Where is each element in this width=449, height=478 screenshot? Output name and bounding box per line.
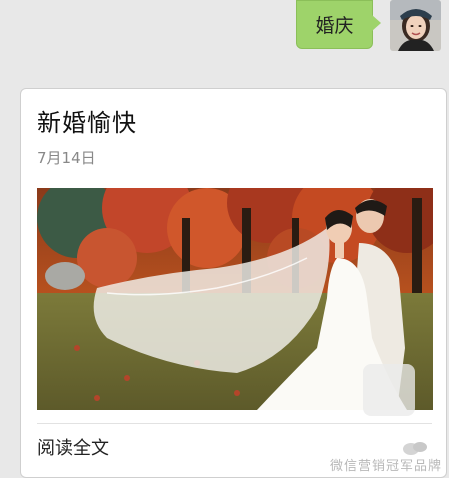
article-date: 7月14日 — [37, 149, 96, 167]
article-card[interactable]: 新婚愉快 7月14日 阅读全文 微信营销冠军品牌 — [20, 88, 447, 478]
floating-action-overlay[interactable] — [363, 364, 415, 416]
avatar[interactable] — [390, 0, 441, 51]
outgoing-message-row: 婚庆 — [296, 0, 441, 56]
article-title: 新婚愉快 — [37, 109, 137, 137]
outgoing-message-bubble[interactable]: 婚庆 — [296, 0, 381, 49]
read-more-link[interactable]: 阅读全文 — [37, 434, 109, 460]
user-photo-avatar-icon — [390, 0, 441, 51]
card-divider — [37, 423, 432, 424]
watermark-text: 微信营销冠军品牌 — [329, 459, 442, 474]
outgoing-message-text: 婚庆 — [315, 15, 354, 37]
